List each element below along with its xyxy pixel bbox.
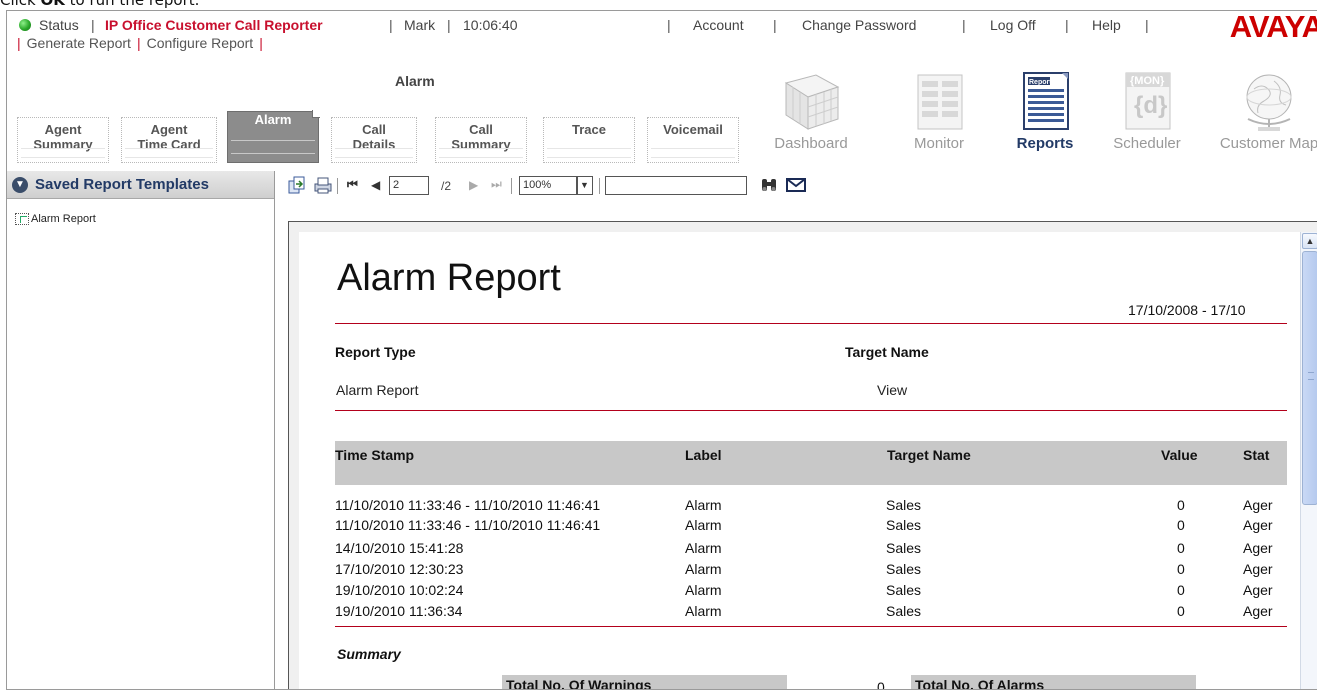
report-type-value: Alarm Report: [336, 382, 419, 398]
divider: [335, 410, 1287, 411]
separator: |: [389, 17, 393, 33]
previous-page-icon[interactable]: ◀: [371, 178, 380, 192]
target-name-value: View: [877, 382, 908, 398]
report-type-label: Report Type: [335, 344, 416, 360]
divider: [335, 626, 1287, 627]
section-title: Alarm: [395, 73, 435, 89]
tab-trace[interactable]: Trace: [543, 117, 635, 163]
app-dashboard[interactable]: Dashboard: [761, 69, 861, 152]
zoom-select[interactable]: 100%: [519, 176, 577, 195]
email-icon[interactable]: [785, 175, 807, 197]
col-target-name: Target Name: [887, 447, 971, 463]
saved-templates-header[interactable]: ▼ Saved Report Templates: [7, 171, 274, 199]
scroll-up-icon[interactable]: ▲: [1302, 233, 1317, 249]
generate-report-link[interactable]: Generate Report: [27, 35, 131, 51]
tab-alarm[interactable]: Alarm: [227, 110, 320, 163]
monitor-icon: [904, 69, 974, 133]
tab-voicemail[interactable]: Voicemail: [647, 117, 739, 163]
zoom-dropdown-icon[interactable]: ▼: [577, 176, 593, 195]
tab-agent-summary[interactable]: Agent Summary: [17, 117, 109, 163]
total-alarms-label: Total No. Of Alarms: [911, 675, 1196, 689]
table-row: 11/10/2010 11:33:46 - 11/10/2010 11:46:4…: [335, 497, 1273, 513]
template-item-label: Alarm Report: [31, 213, 96, 225]
app-scheduler[interactable]: {MON} {d} Scheduler: [1097, 69, 1197, 152]
find-text-input[interactable]: [605, 176, 747, 195]
status-label[interactable]: Status: [39, 17, 79, 33]
configure-report-link[interactable]: Configure Report: [147, 35, 254, 51]
app-window: Status | IP Office Customer Call Reporte…: [6, 10, 1317, 690]
instruction-caption: Click OK to run the report.: [0, 0, 200, 9]
tab-call-summary[interactable]: Call Summary: [435, 117, 527, 163]
saved-templates-panel: ▼ Saved Report Templates Alarm Report: [7, 171, 275, 689]
account-link[interactable]: Account: [693, 17, 744, 33]
scrollbar-thumb[interactable]: [1302, 251, 1317, 505]
app-title: IP Office Customer Call Reporter: [105, 17, 323, 33]
tab-call-details[interactable]: Call Details: [331, 117, 417, 163]
monitor-label: Monitor: [913, 135, 965, 152]
scheduler-label: Scheduler: [1113, 135, 1181, 152]
summary-heading: Summary: [337, 646, 401, 662]
col-value: Value: [1161, 447, 1198, 463]
separator: |: [773, 17, 777, 33]
scheduler-icon: {MON} {d}: [1112, 69, 1182, 133]
col-time-stamp: Time Stamp: [335, 447, 415, 463]
table-row: 11/10/2010 11:33:46 - 11/10/2010 11:46:4…: [335, 517, 1273, 533]
change-password-link[interactable]: Change Password: [802, 17, 916, 33]
total-warnings-value: 0: [877, 679, 885, 690]
divider: [335, 323, 1287, 324]
status-indicator-icon: [19, 19, 31, 31]
template-item[interactable]: Alarm Report: [15, 213, 96, 226]
total-warnings-label: Total No. Of Warnings: [502, 675, 787, 689]
separator: |: [1065, 17, 1069, 33]
table-row: 19/10/2010 11:36:34 Alarm Sales 0 Ager: [335, 603, 1273, 619]
app-customer-map[interactable]: Customer Map: [1209, 69, 1317, 152]
reports-label: Reports: [1016, 135, 1074, 152]
separator: |: [962, 17, 966, 33]
first-page-icon[interactable]: ⏮: [347, 177, 358, 192]
saved-templates-title: Saved Report Templates: [35, 176, 209, 193]
report-nav: | Generate Report | Configure Report |: [17, 35, 263, 51]
log-off-link[interactable]: Log Off: [990, 17, 1036, 33]
app-reports[interactable]: Report Reports: [995, 69, 1095, 152]
tab-agent-time-card[interactable]: Agent Time Card: [121, 117, 217, 163]
target-name-label: Target Name: [845, 344, 929, 360]
vertical-scrollbar[interactable]: ▲: [1300, 232, 1317, 689]
table-header: Time Stamp Label Target Name Value Stat: [335, 441, 1287, 485]
clock-time: 10:06:40: [463, 17, 518, 33]
table-row: 17/10/2010 12:30:23 Alarm Sales 0 Ager: [335, 561, 1273, 577]
help-link[interactable]: Help: [1092, 17, 1121, 33]
collapse-icon[interactable]: ▼: [12, 177, 28, 193]
dashboard-icon: [776, 69, 846, 133]
reports-icon: Report: [1010, 69, 1080, 133]
user-name: Mark: [404, 17, 436, 33]
separator: |: [1145, 17, 1149, 33]
app-monitor[interactable]: Monitor: [889, 69, 989, 152]
dashboard-label: Dashboard: [774, 135, 848, 152]
svg-text:{d}: {d}: [1134, 92, 1167, 119]
report-page: Alarm Report 17/10/2008 - 17/10 Report T…: [299, 232, 1309, 690]
table-row: 19/10/2010 10:02:24 Alarm Sales 0 Ager: [335, 582, 1273, 598]
export-icon[interactable]: [287, 175, 307, 197]
separator: |: [91, 17, 95, 33]
reports-icon-text: Report: [1029, 79, 1052, 86]
avaya-logo: AVAYA: [1229, 10, 1317, 44]
last-page-icon[interactable]: ⏭: [491, 177, 502, 192]
report-date-range: 17/10/2008 - 17/10: [1128, 302, 1246, 318]
report-title: Alarm Report: [337, 257, 561, 299]
separator: |: [667, 17, 671, 33]
report-viewer: Alarm Report 17/10/2008 - 17/10 Report T…: [288, 221, 1317, 690]
customer-map-label: Customer Map: [1219, 135, 1317, 152]
page-number-input[interactable]: 2: [389, 176, 429, 195]
globe-icon: [1234, 69, 1304, 133]
separator: |: [447, 17, 451, 33]
table-row: 14/10/2010 15:41:28 Alarm Sales 0 Ager: [335, 540, 1273, 556]
next-page-icon[interactable]: ▶: [469, 178, 478, 192]
print-icon[interactable]: [313, 175, 333, 197]
page-total: /2: [441, 179, 452, 193]
scheduler-icon-text: {MON}: [1130, 75, 1165, 87]
template-file-icon: [15, 213, 29, 226]
find-binoculars-icon[interactable]: [759, 175, 779, 197]
col-status: Stat: [1243, 447, 1270, 463]
col-label: Label: [685, 447, 722, 463]
